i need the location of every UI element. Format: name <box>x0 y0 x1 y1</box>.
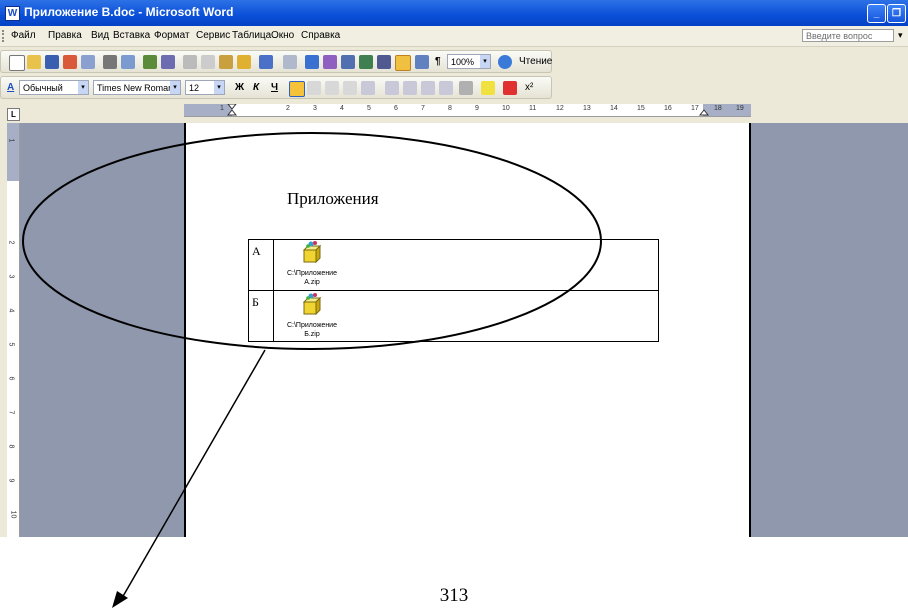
annotation-overlay <box>22 132 602 608</box>
annotation-arrow-line <box>121 349 266 599</box>
highlight-ellipse <box>22 132 602 350</box>
page-number: 313 <box>439 585 469 606</box>
